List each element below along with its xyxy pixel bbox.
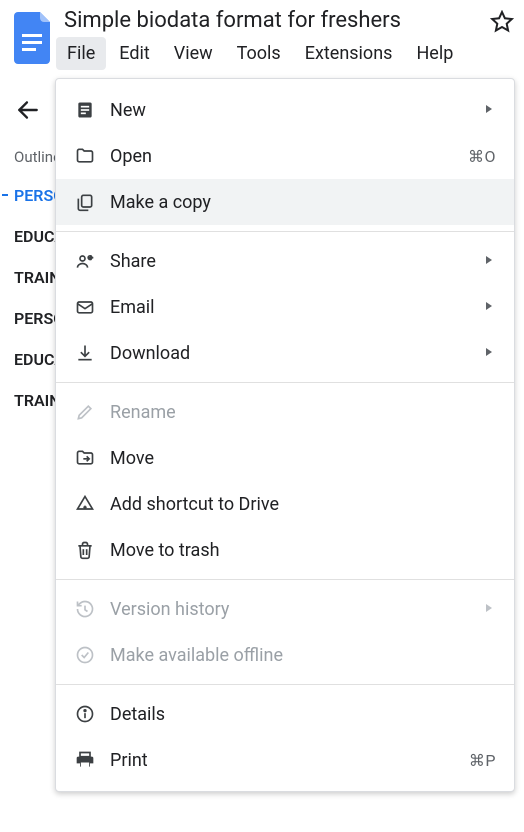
menu-label: Email — [110, 297, 484, 318]
star-icon[interactable] — [488, 8, 516, 36]
menu-label: Rename — [110, 402, 496, 423]
move-icon — [74, 447, 96, 469]
drive-shortcut-icon — [74, 493, 96, 515]
menu-item-download[interactable]: Download — [56, 330, 514, 376]
menu-view[interactable]: View — [163, 37, 224, 70]
menu-item-share[interactable]: Share — [56, 238, 514, 284]
menu-label: Open — [110, 146, 468, 167]
docs-logo-icon[interactable] — [14, 12, 54, 64]
menu-label: New — [110, 100, 484, 121]
titlebar: Simple biodata format for freshers File … — [0, 0, 524, 70]
menu-item-available-offline: Make available offline — [56, 632, 514, 678]
menu-label: Print — [110, 750, 469, 771]
folder-open-icon — [74, 145, 96, 167]
menu-separator — [56, 579, 514, 580]
history-icon — [74, 598, 96, 620]
menu-label: Details — [110, 704, 496, 725]
trash-icon — [74, 539, 96, 561]
info-icon — [74, 703, 96, 725]
print-icon — [74, 749, 96, 771]
copy-icon — [74, 191, 96, 213]
menu-separator — [56, 231, 514, 232]
menu-tools[interactable]: Tools — [226, 37, 292, 70]
menu-item-make-copy[interactable]: Make a copy — [56, 179, 514, 225]
menu-item-rename: Rename — [56, 389, 514, 435]
submenu-caret-icon — [484, 347, 496, 359]
menu-edit[interactable]: Edit — [108, 37, 160, 70]
menu-label: Make available offline — [110, 645, 496, 666]
submenu-caret-icon — [484, 255, 496, 267]
menu-label: Move — [110, 448, 496, 469]
shortcut-label: ⌘P — [469, 751, 496, 770]
menu-item-print[interactable]: Print ⌘P — [56, 737, 514, 783]
submenu-caret-icon — [484, 603, 496, 615]
menu-item-email[interactable]: Email — [56, 284, 514, 330]
menu-label: Download — [110, 343, 484, 364]
file-menu: New Open ⌘O Make a copy Share Email — [55, 78, 515, 792]
menu-label: Version history — [110, 599, 484, 620]
title-area: Simple biodata format for freshers File … — [62, 4, 488, 70]
menu-item-move-to-trash[interactable]: Move to trash — [56, 527, 514, 573]
menu-item-move[interactable]: Move — [56, 435, 514, 481]
menu-item-details[interactable]: Details — [56, 691, 514, 737]
back-arrow-icon[interactable] — [14, 96, 42, 124]
menu-extensions[interactable]: Extensions — [294, 37, 404, 70]
document-title[interactable]: Simple biodata format for freshers — [62, 4, 488, 35]
shortcut-label: ⌘O — [468, 147, 496, 166]
submenu-caret-icon — [484, 301, 496, 313]
menu-item-open[interactable]: Open ⌘O — [56, 133, 514, 179]
menu-item-version-history: Version history — [56, 586, 514, 632]
menu-file[interactable]: File — [56, 37, 106, 70]
menu-label: Add shortcut to Drive — [110, 494, 496, 515]
offline-icon — [74, 644, 96, 666]
menu-help[interactable]: Help — [405, 37, 464, 70]
menu-item-new[interactable]: New — [56, 87, 514, 133]
menu-item-add-shortcut[interactable]: Add shortcut to Drive — [56, 481, 514, 527]
menu-separator — [56, 382, 514, 383]
menu-separator — [56, 684, 514, 685]
email-icon — [74, 296, 96, 318]
share-icon — [74, 250, 96, 272]
menu-label: Share — [110, 251, 484, 272]
menu-label: Make a copy — [110, 192, 496, 213]
download-icon — [74, 342, 96, 364]
new-doc-icon — [74, 99, 96, 121]
menu-label: Move to trash — [110, 540, 496, 561]
submenu-caret-icon — [484, 104, 496, 116]
menubar: File Edit View Tools Extensions Help — [56, 37, 488, 70]
rename-icon — [74, 401, 96, 423]
